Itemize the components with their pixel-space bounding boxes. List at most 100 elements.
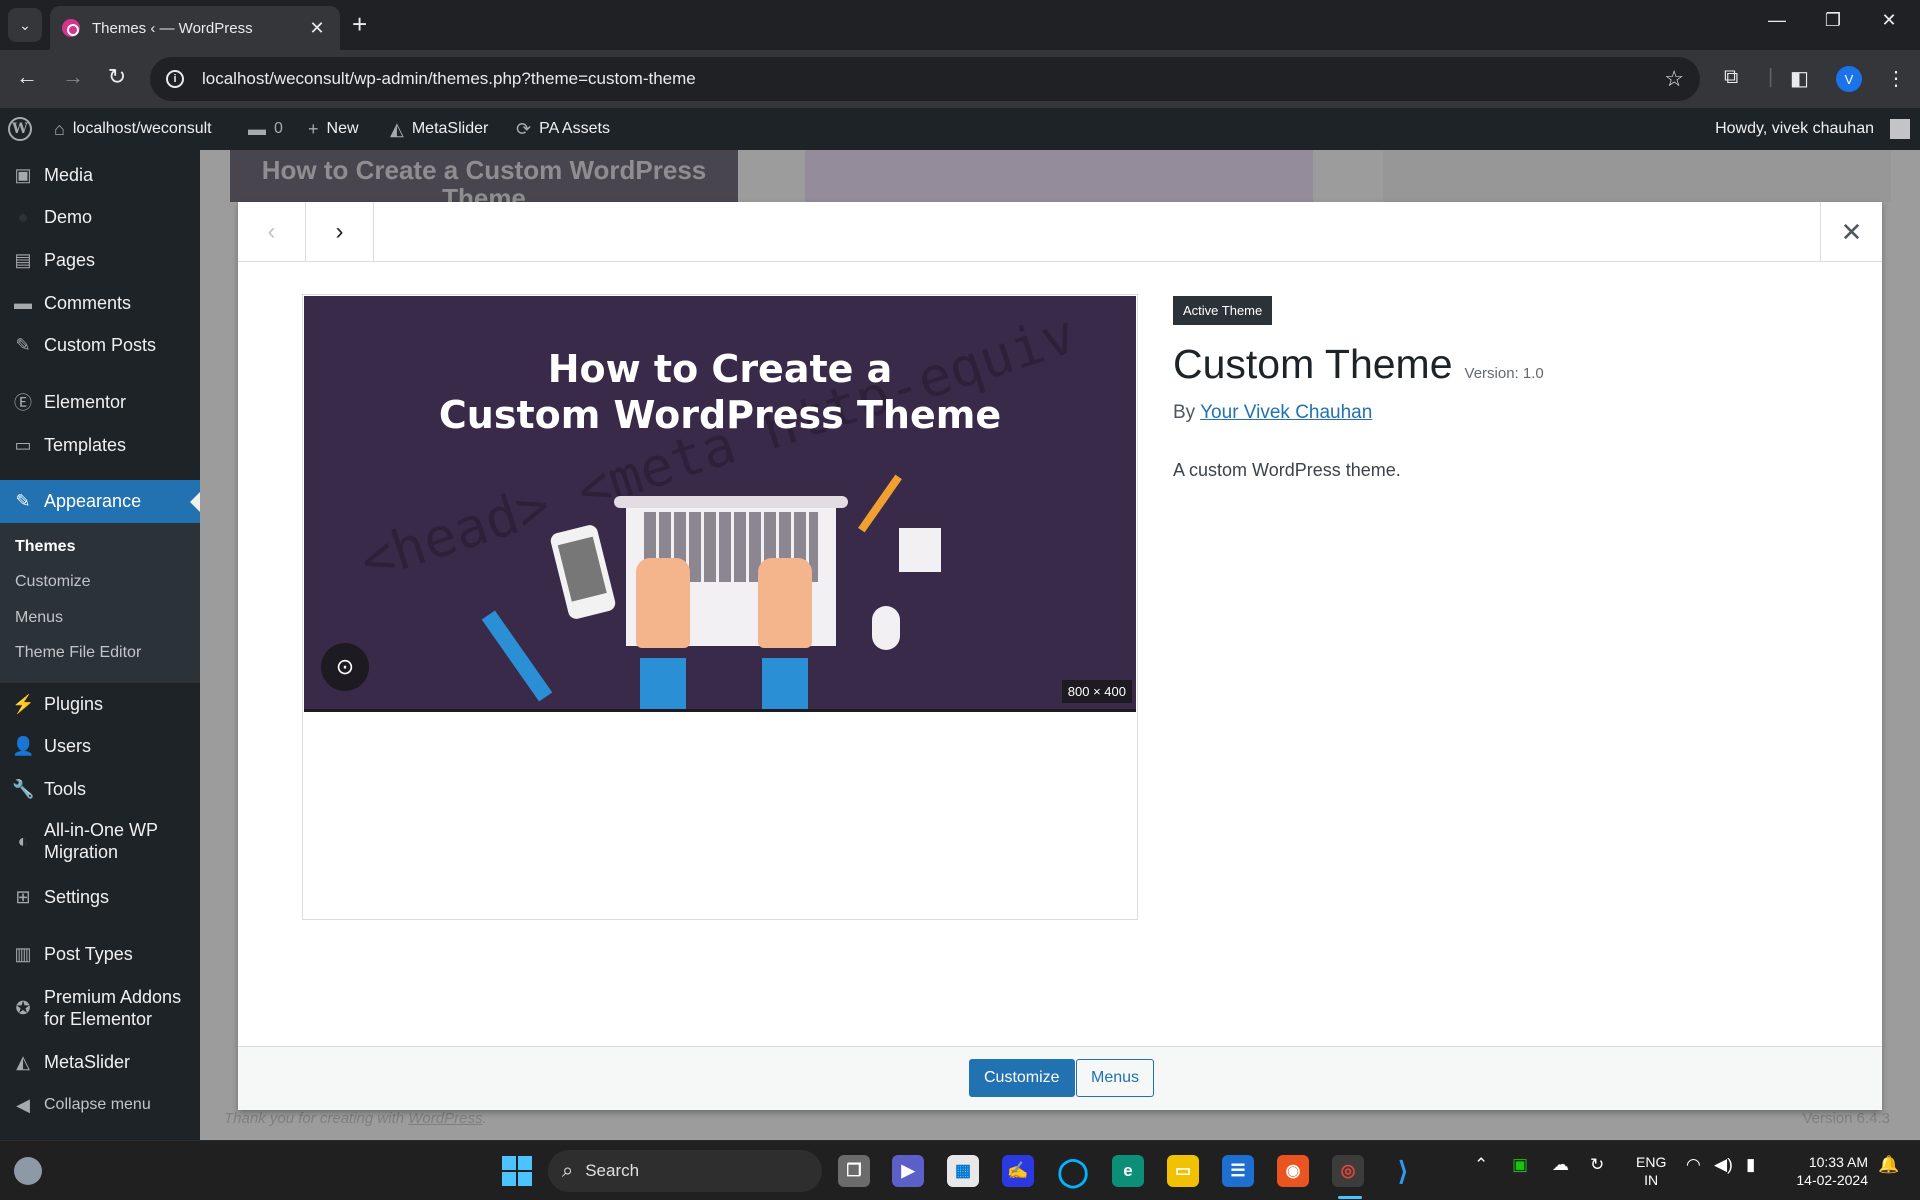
reload-icon[interactable]: ↻: [102, 64, 132, 90]
submenu-customize[interactable]: Customize: [15, 573, 91, 591]
sidebar-item-label: Post Types: [44, 943, 133, 964]
sidebar-item-tools[interactable]: 🔧 Tools: [0, 774, 200, 804]
comments-link[interactable]: ▬ 0: [248, 108, 283, 150]
theme-author-link[interactable]: Your Vivek Chauhan: [1200, 402, 1372, 423]
next-theme-chevron-right-icon[interactable]: ›: [306, 202, 374, 262]
sidebar-item-appearance[interactable]: ✎ Appearance: [0, 480, 200, 523]
extensions-puzzle-icon[interactable]: ⧉: [1724, 66, 1738, 89]
bookmark-star-icon[interactable]: ☆: [1664, 66, 1684, 92]
previous-theme-chevron-left-icon[interactable]: ‹: [238, 202, 306, 262]
system-clock[interactable]: 10:33 AM 14-02-2024: [1786, 1153, 1868, 1189]
metaslider-menu[interactable]: ◭ MetaSlider: [390, 108, 488, 150]
onedrive-cloud-icon[interactable]: ☁: [1552, 1155, 1569, 1175]
profile-avatar[interactable]: V: [1836, 66, 1862, 92]
clock-date: 14-02-2024: [1796, 1172, 1868, 1188]
active-app-indicator: [1338, 1196, 1362, 1199]
task-view-icon[interactable]: ❐: [838, 1155, 870, 1187]
chrome-icon[interactable]: ◎: [1332, 1155, 1364, 1187]
wp-admin-bar: W ⌂ localhost/weconsult ▬ 0 + New ◭ Meta…: [0, 108, 1920, 150]
pen-app-icon[interactable]: ✍: [1002, 1155, 1034, 1187]
menus-button[interactable]: Menus: [1076, 1059, 1155, 1097]
side-panel-icon[interactable]: ◧: [1790, 66, 1809, 91]
toolbar-divider: |: [1768, 66, 1774, 88]
sync-icon[interactable]: ↻: [1590, 1155, 1604, 1175]
submenu-theme-file-editor[interactable]: Theme File Editor: [15, 644, 141, 662]
folder-icon: ▭: [14, 434, 32, 455]
windows-start-icon[interactable]: [502, 1156, 532, 1186]
tab-search-chevron-icon[interactable]: ⌄: [8, 8, 42, 42]
wp-logo-menu[interactable]: W: [8, 108, 32, 150]
wifi-icon[interactable]: ◠: [1686, 1155, 1701, 1175]
language-indicator[interactable]: ENG IN: [1636, 1153, 1666, 1189]
google-lens-icon[interactable]: ⊙: [321, 643, 369, 691]
volume-icon[interactable]: ◀): [1714, 1155, 1733, 1175]
site-info-icon[interactable]: i: [166, 70, 184, 88]
demo-icon: ●: [17, 206, 29, 227]
edge-icon[interactable]: e: [1112, 1155, 1144, 1187]
new-tab-plus-icon[interactable]: +: [352, 10, 367, 38]
sidebar-item-label: Elementor: [44, 391, 127, 412]
microsoft-store-icon[interactable]: ▦: [947, 1155, 979, 1187]
sidebar-item-post-types[interactable]: ▥ Post Types: [0, 939, 200, 969]
battery-icon[interactable]: ▮: [1746, 1155, 1755, 1175]
back-arrow-icon[interactable]: ←: [12, 64, 42, 90]
cortana-icon[interactable]: ◯: [1057, 1155, 1089, 1187]
modal-close-icon[interactable]: ✕: [1820, 202, 1882, 262]
sidebar-item-plugins[interactable]: ⚡ Plugins: [0, 689, 200, 719]
sidebar-item-demo[interactable]: ● Demo: [0, 202, 200, 232]
tray-app-icon[interactable]: ▣: [1512, 1155, 1528, 1175]
submenu-themes[interactable]: Themes: [15, 538, 75, 556]
file-explorer-icon[interactable]: ▭: [1167, 1155, 1199, 1187]
tab-close-icon[interactable]: ✕: [306, 18, 328, 39]
weather-widget-icon[interactable]: [14, 1157, 42, 1185]
taskbar-search-label: Search: [585, 1161, 640, 1180]
region-code: IN: [1644, 1172, 1659, 1188]
wordpress-logo-icon: W: [8, 117, 32, 141]
sidebar-item-settings[interactable]: ⊞ Settings: [0, 882, 200, 912]
chat-icon[interactable]: ▶: [892, 1155, 924, 1187]
post-types-icon: ▥: [14, 943, 32, 964]
sidebar-item-all-in-one-wp-migration[interactable]: ◐ All-in-One WP Migration: [0, 818, 200, 864]
sidebar-item-metaslider[interactable]: ◭ MetaSlider: [0, 1047, 200, 1077]
sidebar-item-custom-posts[interactable]: ✎ Custom Posts: [0, 330, 200, 360]
taskbar-search-box[interactable]: ⌕ Search: [548, 1150, 822, 1192]
url-text[interactable]: localhost/weconsult/wp-admin/themes.php?…: [202, 69, 696, 89]
my-account-menu[interactable]: Howdy, vivek chauhan: [1715, 108, 1910, 150]
browser-tab-bar: ⌄ Themes ‹ — WordPress ✕ + — ❐ ✕: [0, 0, 1920, 50]
customize-button[interactable]: Customize: [969, 1059, 1075, 1097]
sidebar-item-pages[interactable]: ▤ Pages: [0, 245, 200, 275]
theme-version: Version: 1.0: [1464, 365, 1544, 382]
address-bar[interactable]: i localhost/weconsult/wp-admin/themes.ph…: [150, 57, 1700, 101]
forward-arrow-icon[interactable]: →: [58, 64, 88, 90]
sidebar-collapse-menu[interactable]: ◀ Collapse menu: [0, 1090, 200, 1120]
minimize-icon[interactable]: —: [1754, 10, 1800, 31]
sidebar-item-templates[interactable]: ▭ Templates: [0, 430, 200, 460]
sidebar-item-label: All-in-One WP Migration: [44, 820, 158, 862]
sidebar-item-label: Media: [44, 164, 94, 185]
ubuntu-icon[interactable]: ◉: [1277, 1155, 1309, 1187]
screenshot-title: How to Create a Custom WordPress Theme: [304, 346, 1136, 438]
screenshot-title-line1: How to Create a: [547, 347, 893, 391]
site-name-link[interactable]: ⌂ localhost/weconsult: [54, 108, 212, 150]
window-close-icon[interactable]: ✕: [1866, 10, 1912, 31]
pa-assets-menu[interactable]: ⟳ PA Assets: [516, 108, 610, 150]
restore-icon[interactable]: ❐: [1810, 10, 1856, 31]
note-illustration: [899, 528, 941, 572]
browser-menu-kebab-icon[interactable]: ⋮: [1886, 66, 1906, 91]
settings-icon: ⊞: [15, 886, 31, 907]
new-content-menu[interactable]: + New: [308, 108, 359, 150]
tray-overflow-chevron-icon[interactable]: ⌃: [1474, 1155, 1488, 1175]
sidebar-item-media[interactable]: ▣ Media: [0, 160, 200, 190]
notepad-icon[interactable]: ☰: [1222, 1155, 1254, 1187]
theme-info-panel: Active Theme Custom Theme Version: 1.0 B…: [1173, 296, 1833, 481]
notification-bell-icon[interactable]: 🔔: [1878, 1155, 1899, 1175]
sidebar-item-comments[interactable]: ▬ Comments: [0, 288, 200, 318]
submenu-menus[interactable]: Menus: [15, 609, 63, 627]
sidebar-item-users[interactable]: 👤 Users: [0, 731, 200, 761]
browser-toolbar: ← → ↻ i localhost/weconsult/wp-admin/the…: [0, 50, 1920, 108]
vscode-icon[interactable]: ⟩: [1387, 1155, 1419, 1187]
browser-tab-active[interactable]: Themes ‹ — WordPress ✕: [50, 6, 340, 50]
sidebar-item-elementor[interactable]: Ⓔ Elementor: [0, 387, 200, 417]
sidebar-item-premium-addons[interactable]: ✪ Premium Addons for Elementor: [0, 985, 200, 1031]
comments-icon: ▬: [14, 292, 32, 313]
